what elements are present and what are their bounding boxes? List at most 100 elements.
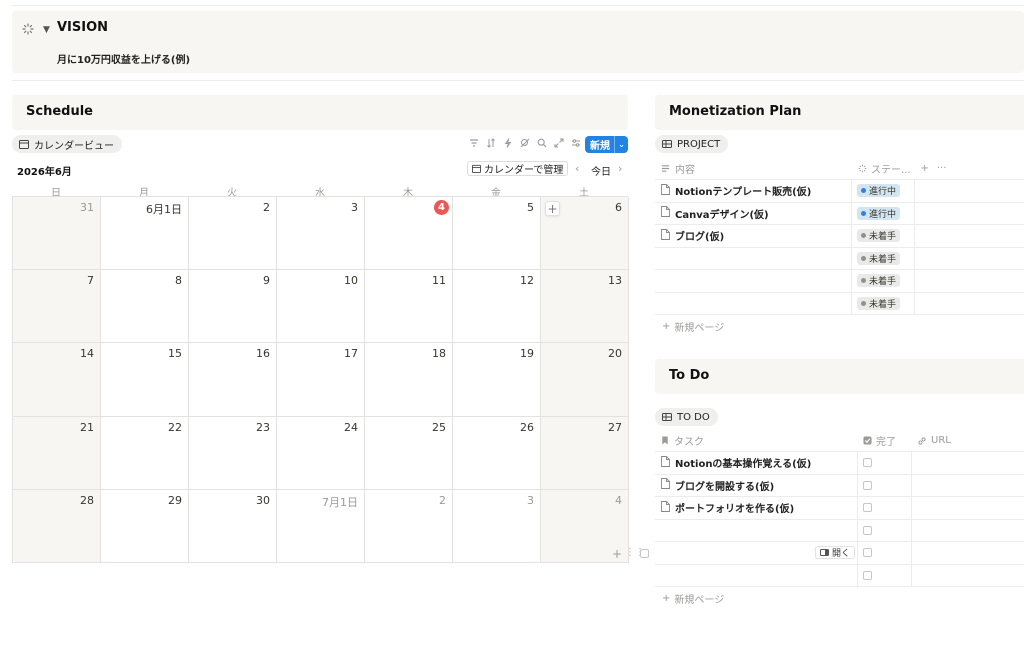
- done-checkbox[interactable]: [863, 548, 872, 558]
- url-column-header[interactable]: URL: [912, 430, 1024, 451]
- hidden-search-icon[interactable]: [519, 137, 530, 148]
- table-row[interactable]: Notionの基本操作覚える(仮): [655, 452, 1024, 475]
- table-row[interactable]: Notionテンプレート販売(仮) 進行中: [655, 180, 1024, 203]
- project-view-tab[interactable]: PROJECT: [655, 135, 729, 153]
- new-page-button[interactable]: + 新規ページ: [655, 587, 1024, 609]
- status-cell[interactable]: 進行中: [852, 180, 915, 202]
- add-event-button[interactable]: +: [545, 201, 560, 216]
- calendar-day-cell[interactable]: 7月1日: [277, 489, 365, 563]
- calendar-day-cell[interactable]: 10: [277, 270, 365, 344]
- calendar-day-cell[interactable]: 30: [189, 489, 277, 563]
- calendar-day-cell[interactable]: 6 +: [541, 197, 629, 271]
- calendar-day-cell[interactable]: 6月1日: [101, 197, 189, 271]
- next-month-chevron-icon[interactable]: ›: [618, 162, 622, 175]
- table-row[interactable]: 未着手: [655, 247, 1024, 270]
- empty-cell[interactable]: [915, 248, 1024, 270]
- calendar-day-cell[interactable]: 31: [13, 197, 101, 271]
- done-column-header[interactable]: 完了: [858, 430, 912, 451]
- content-cell[interactable]: [655, 247, 852, 269]
- status-cell[interactable]: 進行中: [852, 202, 915, 224]
- table-row[interactable]: [655, 519, 1024, 542]
- prev-month-chevron-icon[interactable]: ‹: [575, 162, 579, 175]
- calendar-day-cell[interactable]: 26: [453, 416, 541, 490]
- toggle-triangle-icon[interactable]: ▼: [43, 25, 50, 35]
- calendar-day-cell[interactable]: 5: [453, 197, 541, 271]
- search-icon[interactable]: [536, 137, 547, 148]
- calendar-day-cell[interactable]: 20: [541, 343, 629, 417]
- content-column-header[interactable]: 内容: [655, 158, 852, 179]
- status-cell[interactable]: 未着手: [852, 270, 915, 292]
- add-column-icon[interactable]: +: [921, 163, 929, 174]
- chevron-down-icon[interactable]: ⌄: [614, 136, 628, 153]
- settings-sliders-icon[interactable]: [570, 137, 581, 148]
- task-cell[interactable]: 開く: [655, 542, 858, 564]
- empty-cell[interactable]: [915, 270, 1024, 292]
- task-cell[interactable]: ブログを開設する(仮): [655, 474, 858, 496]
- task-column-header[interactable]: タスク: [655, 430, 858, 451]
- content-cell[interactable]: ブログ(仮): [655, 225, 852, 247]
- calendar-day-cell[interactable]: 27: [541, 416, 629, 490]
- empty-cell[interactable]: [915, 203, 1024, 225]
- task-cell[interactable]: [655, 519, 858, 541]
- empty-cell[interactable]: [915, 293, 1024, 315]
- calendar-day-cell[interactable]: 3: [453, 489, 541, 563]
- calendar-day-cell[interactable]: 15: [101, 343, 189, 417]
- calendar-day-cell[interactable]: 18: [365, 343, 453, 417]
- sort-icon[interactable]: [485, 137, 496, 148]
- calendar-day-cell[interactable]: 2: [189, 197, 277, 271]
- calendar-day-cell[interactable]: 17: [277, 343, 365, 417]
- url-cell[interactable]: [912, 565, 1024, 587]
- calendar-day-cell[interactable]: 7: [13, 270, 101, 344]
- url-cell[interactable]: [912, 452, 1024, 474]
- calendar-view-tab[interactable]: カレンダービュー: [12, 135, 122, 153]
- new-page-button[interactable]: + 新規ページ: [655, 315, 1024, 337]
- table-row[interactable]: 未着手: [655, 270, 1024, 293]
- calendar-day-cell[interactable]: 29: [101, 489, 189, 563]
- calendar-day-cell[interactable]: 19: [453, 343, 541, 417]
- table-row[interactable]: Canvaデザイン(仮) 進行中: [655, 202, 1024, 225]
- calendar-day-cell[interactable]: 14: [13, 343, 101, 417]
- url-cell[interactable]: [912, 542, 1024, 564]
- calendar-day-cell[interactable]: 21: [13, 416, 101, 490]
- content-cell[interactable]: [655, 292, 852, 314]
- content-cell[interactable]: Notionテンプレート販売(仮): [655, 180, 852, 202]
- status-column-header[interactable]: ステー...: [852, 158, 911, 179]
- calendar-day-cell[interactable]: 25: [365, 416, 453, 490]
- task-cell[interactable]: Notionの基本操作覚える(仮): [655, 452, 858, 474]
- more-options-icon[interactable]: ···: [937, 163, 947, 174]
- done-checkbox[interactable]: [863, 458, 872, 468]
- table-row[interactable]: ブログを開設する(仮): [655, 474, 1024, 497]
- empty-cell[interactable]: [915, 225, 1024, 247]
- table-row[interactable]: 開く: [655, 542, 1024, 565]
- open-button[interactable]: 開く: [814, 546, 855, 560]
- done-checkbox[interactable]: [863, 570, 872, 580]
- calendar-day-cell[interactable]: 22: [101, 416, 189, 490]
- manage-in-calendar-button[interactable]: カレンダーで管理: [467, 161, 569, 176]
- status-cell[interactable]: 未着手: [852, 292, 915, 314]
- calendar-day-cell[interactable]: 16: [189, 343, 277, 417]
- table-row[interactable]: 未着手: [655, 292, 1024, 315]
- add-icon[interactable]: +: [612, 547, 622, 561]
- calendar-day-cell[interactable]: 4: [365, 197, 453, 271]
- table-row[interactable]: [655, 564, 1024, 587]
- calendar-day-cell[interactable]: 3: [277, 197, 365, 271]
- todo-view-tab[interactable]: TO DO: [655, 408, 718, 426]
- calendar-day-cell[interactable]: 28: [13, 489, 101, 563]
- calendar-day-cell[interactable]: 12: [453, 270, 541, 344]
- empty-cell[interactable]: [915, 180, 1024, 202]
- url-cell[interactable]: [912, 475, 1024, 497]
- automation-icon[interactable]: [502, 137, 513, 148]
- done-checkbox[interactable]: [863, 525, 872, 535]
- expand-icon[interactable]: [553, 137, 564, 148]
- content-cell[interactable]: [655, 270, 852, 292]
- done-checkbox[interactable]: [863, 480, 872, 490]
- url-cell[interactable]: [912, 520, 1024, 542]
- status-cell[interactable]: 未着手: [852, 225, 915, 247]
- calendar-day-cell[interactable]: 23: [189, 416, 277, 490]
- url-cell[interactable]: [912, 497, 1024, 519]
- status-cell[interactable]: 未着手: [852, 247, 915, 269]
- today-button[interactable]: 今日: [591, 163, 611, 178]
- done-checkbox[interactable]: [863, 503, 872, 513]
- calendar-day-cell[interactable]: 11: [365, 270, 453, 344]
- task-cell[interactable]: [655, 564, 858, 586]
